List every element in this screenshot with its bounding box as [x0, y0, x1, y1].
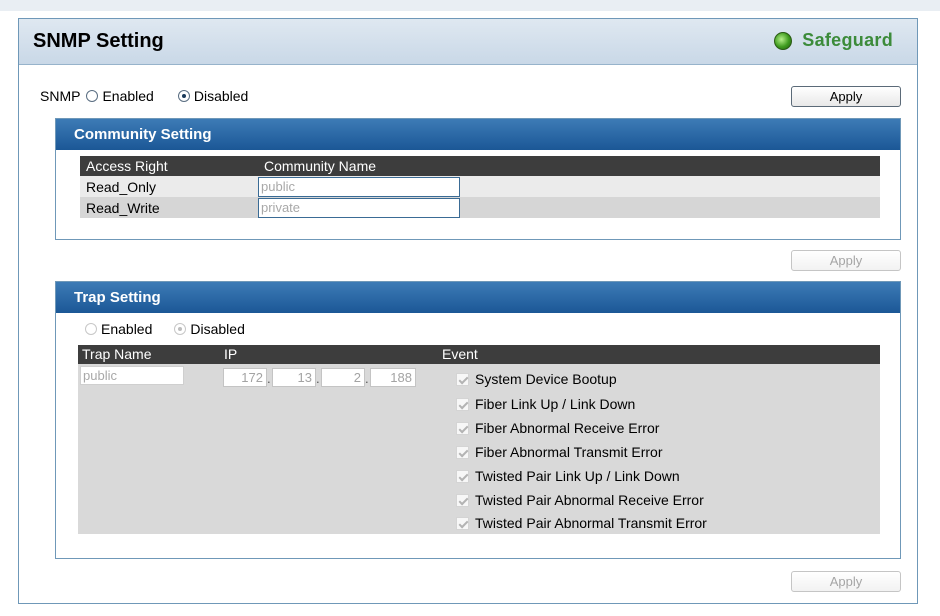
snmp-disabled-label: Disabled	[193, 88, 249, 104]
snmp-enabled-option[interactable]: Enabled	[86, 88, 154, 104]
snmp-disabled-radio[interactable]	[177, 90, 190, 102]
snmp-apply-button[interactable]: Apply	[791, 86, 901, 107]
column-access-right: Access Right	[86, 158, 168, 174]
column-event: Event	[442, 346, 478, 362]
safeguard-label: Safeguard	[802, 30, 893, 50]
event-fiber-abnormal-transmit-error[interactable]: Fiber Abnormal Transmit Error	[456, 444, 663, 460]
community-table: Access Right Community Name Read_Only pu…	[80, 156, 880, 218]
snmp-state-row: SNMP Enabled Disabled	[40, 88, 248, 104]
event-fiber-link-up-down[interactable]: Fiber Link Up / Link Down	[456, 396, 635, 412]
community-name-input-read-only[interactable]: public	[258, 176, 460, 197]
ip-dot-2: .	[316, 371, 320, 386]
event-twisted-pair-link-up-down[interactable]: Twisted Pair Link Up / Link Down	[456, 468, 680, 484]
trap-disabled-option[interactable]: Disabled	[174, 321, 245, 337]
trap-apply-button[interactable]: Apply	[791, 571, 901, 592]
community-table-header: Access Right Community Name	[80, 156, 880, 176]
column-ip: IP	[224, 346, 238, 362]
event-checkbox-icon[interactable]	[456, 372, 469, 386]
snmp-enabled-label: Enabled	[102, 88, 154, 104]
ip-octet-1-input[interactable]: 172	[223, 368, 267, 387]
event-checkbox-icon[interactable]	[456, 397, 469, 411]
snmp-enabled-radio[interactable]	[86, 90, 99, 102]
column-trap-name: Trap Name	[82, 346, 152, 362]
trap-state-row: Enabled Disabled	[85, 321, 245, 337]
event-twisted-pair-abnormal-transmit-error[interactable]: Twisted Pair Abnormal Transmit Error	[456, 515, 707, 531]
table-row: Read_Only public	[80, 176, 880, 197]
event-label: Twisted Pair Link Up / Link Down	[475, 468, 680, 484]
event-checkbox-icon[interactable]	[456, 516, 469, 530]
event-label: Twisted Pair Abnormal Receive Error	[475, 492, 704, 508]
column-community-name: Community Name	[264, 158, 377, 174]
event-checkbox-icon[interactable]	[456, 493, 469, 507]
title-bar: SNMP Setting Safeguard	[19, 19, 917, 65]
safeguard-indicator: Safeguard	[774, 30, 893, 51]
event-checkbox-icon[interactable]	[456, 421, 469, 435]
event-fiber-abnormal-receive-error[interactable]: Fiber Abnormal Receive Error	[456, 420, 659, 436]
snmp-disabled-option[interactable]: Disabled	[177, 88, 249, 104]
ip-octet-2-input[interactable]: 13	[272, 368, 316, 387]
trap-enabled-radio[interactable]	[85, 323, 97, 335]
ip-dot-3: .	[365, 371, 369, 386]
trap-name-input[interactable]: public	[80, 366, 184, 385]
event-checkbox-icon[interactable]	[456, 445, 469, 459]
page-title: SNMP Setting	[33, 30, 164, 52]
snmp-label: SNMP	[40, 88, 81, 104]
ip-octet-3-input[interactable]: 2	[321, 368, 365, 387]
outer-band	[0, 0, 940, 11]
event-label: Fiber Abnormal Transmit Error	[475, 444, 663, 460]
safeguard-led-icon	[774, 31, 793, 50]
trap-disabled-radio[interactable]	[174, 323, 187, 335]
trap-enabled-option[interactable]: Enabled	[85, 321, 152, 337]
ip-octet-4-input[interactable]: 188	[370, 368, 416, 387]
ip-dot-1: .	[267, 371, 271, 386]
table-row: Read_Write private	[80, 197, 880, 218]
community-apply-button[interactable]: Apply	[791, 250, 901, 271]
event-twisted-pair-abnormal-receive-error[interactable]: Twisted Pair Abnormal Receive Error	[456, 492, 704, 508]
trap-setting-header: Trap Setting	[56, 282, 900, 313]
event-label: Fiber Abnormal Receive Error	[475, 420, 660, 436]
trap-enabled-label: Enabled	[101, 321, 153, 337]
community-name-input-read-write[interactable]: private	[258, 197, 460, 218]
access-right-read-write: Read_Write	[86, 199, 160, 216]
access-right-read-only: Read_Only	[86, 178, 157, 195]
event-system-device-bootup[interactable]: System Device Bootup	[456, 371, 617, 387]
trap-table-header: Trap Name IP Event	[78, 345, 880, 364]
event-label: Fiber Link Up / Link Down	[475, 396, 636, 412]
event-label: Twisted Pair Abnormal Transmit Error	[475, 515, 707, 531]
trap-disabled-label: Disabled	[190, 321, 245, 337]
event-checkbox-icon[interactable]	[456, 469, 469, 483]
event-label: System Device Bootup	[475, 371, 617, 387]
community-setting-header: Community Setting	[56, 119, 900, 150]
